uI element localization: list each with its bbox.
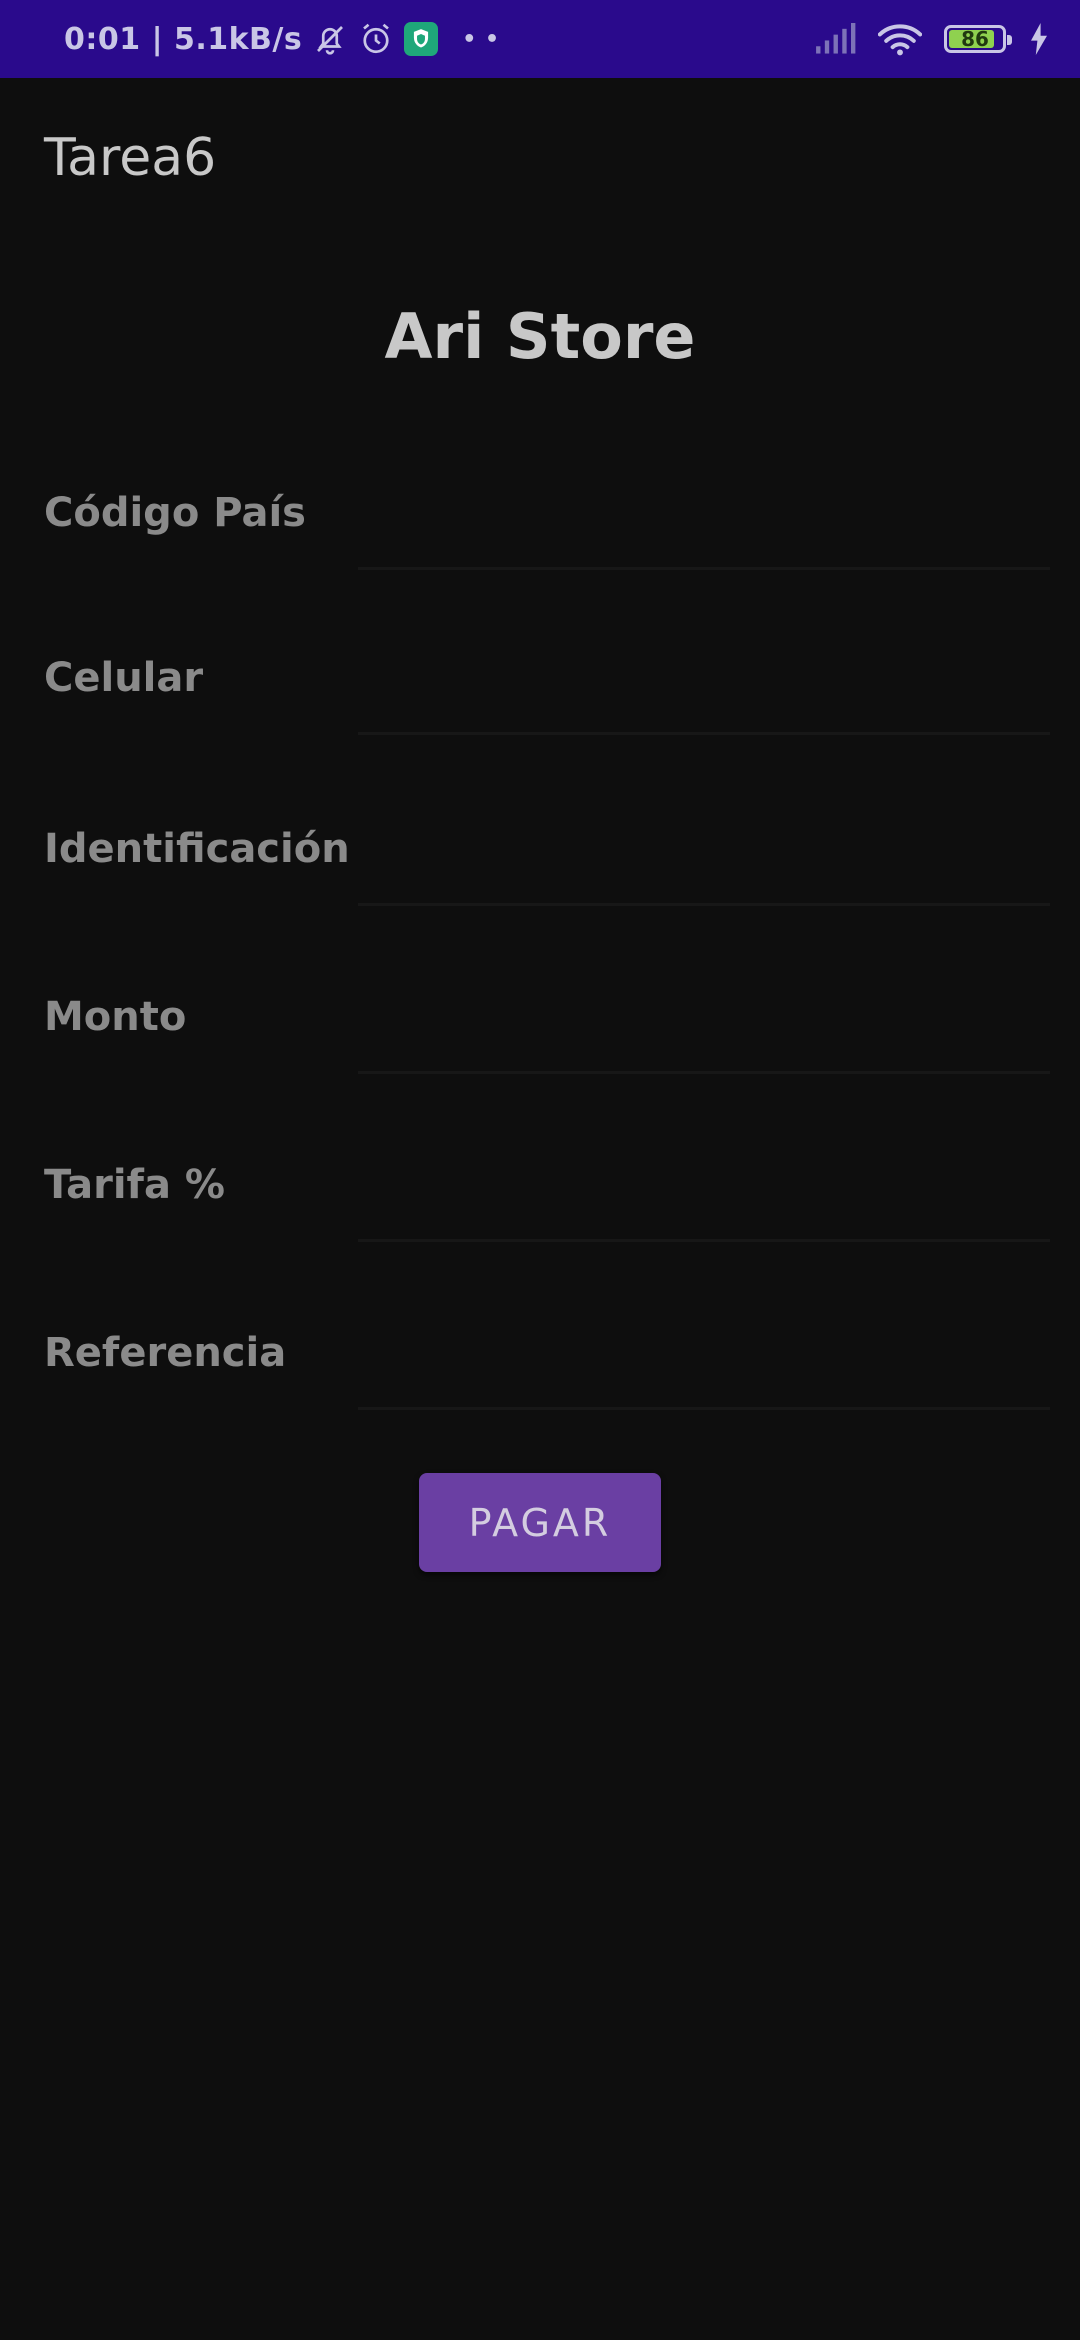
- shield-app-icon: [404, 22, 439, 56]
- identificacion-label: Identificación: [44, 826, 350, 872]
- app-title: Tarea6: [44, 128, 217, 188]
- referencia-label: Referencia: [44, 1330, 287, 1376]
- charging-bolt-icon: [1028, 23, 1050, 55]
- bell-off-icon: [312, 21, 348, 57]
- tarifa-input[interactable]: [358, 1162, 1050, 1242]
- alarm-icon: [358, 21, 394, 57]
- celular-input[interactable]: [358, 655, 1050, 735]
- more-notifications-icon: • •: [462, 26, 500, 52]
- signal-icon: [814, 23, 856, 55]
- form-row-celular: Celular: [0, 655, 1080, 805]
- status-left: 0:01 | 5.1kB/s • •: [64, 0, 500, 78]
- identificacion-input[interactable]: [358, 826, 1050, 906]
- form-row-tarifa: Tarifa %: [0, 1162, 1080, 1312]
- screen: 0:01 | 5.1kB/s • • 86 Tarea6 Ari Store C…: [0, 0, 1080, 2340]
- monto-label: Monto: [44, 994, 187, 1040]
- status-time-speed: 0:01 | 5.1kB/s: [64, 21, 303, 57]
- status-bar: 0:01 | 5.1kB/s • • 86: [0, 0, 1080, 78]
- pagar-button[interactable]: PAGAR: [419, 1473, 661, 1572]
- battery-level: 86: [961, 27, 989, 51]
- app-bar: Tarea6: [0, 78, 1080, 242]
- battery-icon: 86: [944, 25, 1012, 53]
- store-title: Ari Store: [384, 300, 696, 373]
- codigo-pais-input[interactable]: [358, 490, 1050, 570]
- form-row-codigo-pais: Código País: [0, 490, 1080, 640]
- status-right: 86: [814, 0, 1050, 78]
- form-row-referencia: Referencia: [0, 1330, 1080, 1480]
- wifi-icon: [878, 22, 922, 56]
- form-row-identificacion: Identificación: [0, 826, 1080, 976]
- celular-label: Celular: [44, 655, 204, 701]
- form-row-monto: Monto: [0, 994, 1080, 1144]
- tarifa-label: Tarifa %: [44, 1162, 225, 1208]
- referencia-input[interactable]: [358, 1330, 1050, 1410]
- monto-input[interactable]: [358, 994, 1050, 1074]
- codigo-pais-label: Código País: [44, 490, 306, 536]
